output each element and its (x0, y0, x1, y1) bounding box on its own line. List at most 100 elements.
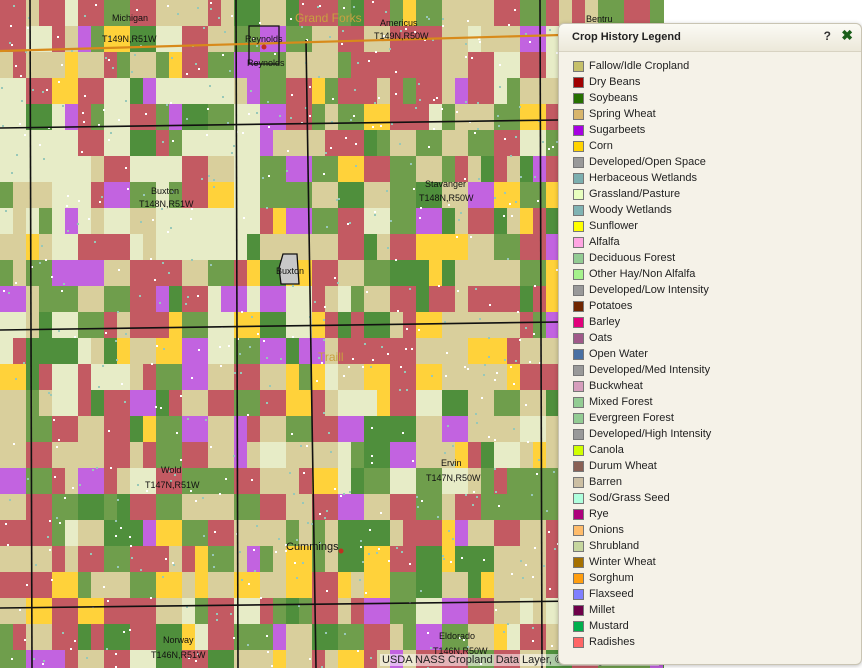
crop-field (390, 468, 417, 495)
crop-field (390, 442, 417, 469)
wetland-speck (513, 428, 515, 430)
crop-field (26, 416, 53, 443)
crop-field (0, 494, 27, 521)
crop-field (39, 234, 53, 261)
wetland-speck (343, 7, 345, 9)
crop-field (247, 416, 261, 443)
wetland-speck (64, 497, 66, 499)
wetland-speck (324, 517, 326, 519)
crop-field (338, 182, 365, 209)
wetland-speck (519, 339, 521, 341)
wetland-speck (242, 132, 244, 134)
wetland-speck (347, 223, 349, 225)
legend-item: Mustard (573, 618, 711, 634)
wetland-speck (239, 353, 241, 355)
crop-field (286, 390, 313, 417)
crop-field (468, 286, 495, 313)
wetland-speck (131, 557, 133, 559)
crop-field (364, 52, 391, 79)
crop-field (208, 104, 235, 131)
wetland-speck (338, 198, 340, 200)
crop-field (507, 156, 521, 183)
wetland-speck (302, 502, 304, 504)
wetland-speck (380, 512, 382, 514)
wetland-speck (190, 490, 192, 492)
wetland-speck (549, 588, 551, 590)
wetland-speck (474, 132, 476, 134)
wetland-speck (519, 106, 521, 108)
crop-field (78, 442, 105, 469)
crop-field (416, 416, 430, 443)
crop-field (182, 494, 209, 521)
wetland-speck (323, 412, 325, 414)
crop-field (260, 0, 287, 27)
wetland-speck (162, 576, 164, 578)
crop-field (520, 546, 547, 573)
wetland-speck (170, 227, 172, 229)
crop-field (312, 234, 339, 261)
wetland-speck (477, 128, 479, 130)
wetland-speck (472, 504, 474, 506)
crop-field (338, 130, 365, 157)
legend-item: Developed/Low Intensity (573, 282, 711, 298)
wetland-speck (380, 125, 382, 127)
wetland-speck (416, 496, 418, 498)
crop-field (104, 156, 131, 183)
crop-field (39, 312, 53, 339)
crop-field (442, 78, 456, 105)
crop-field (104, 52, 118, 79)
crop-field (52, 234, 79, 261)
crop-field (416, 364, 443, 391)
wetland-speck (427, 632, 429, 634)
wetland-speck (256, 525, 258, 527)
wetland-speck (499, 64, 501, 66)
wetland-speck (234, 372, 236, 374)
crop-field (156, 286, 170, 313)
wetland-speck (115, 520, 117, 522)
crop-field (520, 364, 547, 391)
crop-field (65, 442, 79, 469)
wetland-speck (300, 445, 302, 447)
crop-field (182, 598, 196, 625)
wetland-speck (534, 285, 536, 287)
wetland-speck (247, 414, 249, 416)
crop-field (0, 650, 27, 668)
crop-field (455, 78, 469, 105)
crop-field (494, 130, 521, 157)
wetland-speck (445, 375, 447, 377)
wetland-speck (103, 109, 105, 111)
crop-field (494, 312, 508, 339)
wetland-speck (431, 375, 433, 377)
crop-field (338, 442, 352, 469)
crop-field (442, 260, 456, 287)
crop-field (13, 338, 27, 365)
crop-field (143, 78, 157, 105)
crop-field (416, 312, 443, 339)
crop-field (26, 338, 53, 365)
crop-field (468, 0, 495, 27)
wetland-speck (103, 586, 105, 588)
crop-field (351, 468, 365, 495)
crop-field (52, 572, 79, 599)
wetland-speck (105, 332, 107, 334)
wetland-speck (292, 336, 294, 338)
legend-label: Developed/High Intensity (589, 428, 712, 440)
crop-field (78, 260, 105, 287)
legend-item: Alfalfa (573, 234, 711, 250)
wetland-speck (316, 380, 318, 382)
wetland-speck (74, 336, 76, 338)
crop-field (0, 546, 27, 573)
crop-field (455, 494, 469, 521)
wetland-speck (452, 445, 454, 447)
wetland-speck (494, 379, 496, 381)
close-button[interactable]: ✖ (841, 27, 853, 44)
crop-field (494, 208, 508, 235)
legend-swatch (573, 540, 584, 552)
crop-field (0, 0, 27, 27)
wetland-speck (352, 358, 354, 360)
help-button[interactable]: ? (824, 29, 831, 43)
wetland-speck (124, 401, 126, 403)
crop-field (260, 364, 287, 391)
wetland-speck (267, 101, 269, 103)
crop-field (364, 598, 391, 625)
